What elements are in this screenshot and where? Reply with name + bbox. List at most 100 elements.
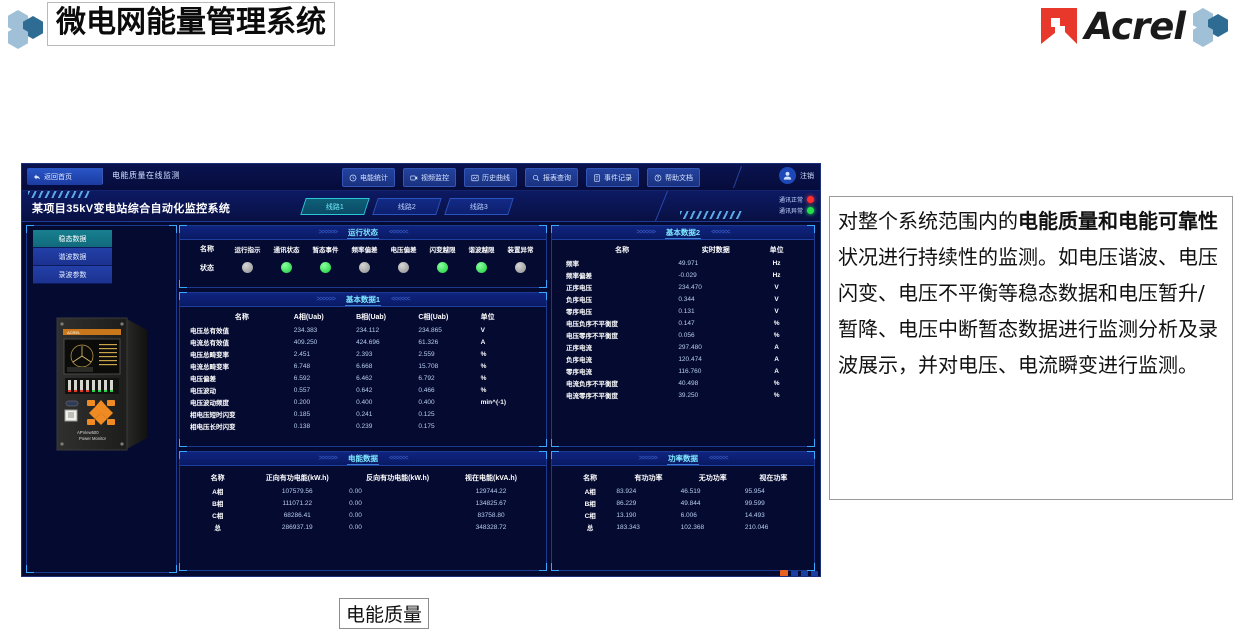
chart-icon xyxy=(471,174,479,181)
nav-decoration-slash xyxy=(704,166,743,188)
table-header-row: 名称 实时数据 单位 xyxy=(566,243,800,257)
table-row: 零序电压 0.131 V xyxy=(566,305,800,317)
table-row: 频率偏差 -0.029 Hz xyxy=(566,269,800,281)
status-lamp-transient-event xyxy=(320,262,331,273)
document-icon xyxy=(594,173,600,182)
cell-unit: % xyxy=(480,374,487,382)
user-logout-area[interactable]: 注销 xyxy=(779,167,814,184)
nav-button-label: 事件记录 xyxy=(604,174,632,182)
arrow-decoration-right: <<<<<< xyxy=(711,229,731,236)
table-row: 负序电流 120.474 A xyxy=(566,353,800,365)
panel-operating-status: >>>>>> 运行状态 <<<<<< 名称 运行指示 通讯状态 暂态事件 频率偏… xyxy=(179,225,547,288)
cell-value: 86.229 xyxy=(616,499,637,507)
cell-unit: % xyxy=(773,331,780,339)
page-header: 微电网能量管理系统 Acrel xyxy=(0,0,1237,56)
corner-decoration xyxy=(169,565,177,573)
acrel-logo: Acrel xyxy=(1039,0,1228,52)
table-row: 电压波动 0.557 0.642 0.466 % xyxy=(190,384,536,396)
sidebar-item-steady-state-data[interactable]: 稳态数据 xyxy=(33,230,112,248)
arrow-decoration-right: <<<<<< xyxy=(391,296,411,303)
back-button-label: 返回首页 xyxy=(44,173,72,181)
row-label: 零序电流 xyxy=(566,369,592,376)
status-lamp-device-fault xyxy=(515,262,526,273)
cell-value: 210.046 xyxy=(744,523,769,531)
cell-value: 234.112 xyxy=(356,326,380,334)
status-column-label: 电压偏差 xyxy=(390,247,417,254)
svg-text:ACREL: ACREL xyxy=(67,330,81,335)
nav-button-label: 帮助文档 xyxy=(665,174,693,182)
cell-unit: % xyxy=(773,391,780,399)
cell-value: 0.400 xyxy=(356,398,373,406)
corner-decoration xyxy=(807,439,815,447)
row-label: A相 xyxy=(584,489,596,496)
cell-value: 0.138 xyxy=(293,422,311,430)
sidebar-item-harmonic-data[interactable]: 谐波数据 xyxy=(33,248,112,266)
table-row: 电压总有效值 234.383 234.112 234.865 V xyxy=(190,324,536,336)
column-header: 实时数据 xyxy=(701,247,730,254)
communication-status-group: 通讯正常 通讯异常 xyxy=(779,195,814,215)
table-row: 电压波动频度 0.200 0.400 0.400 min^(-1) xyxy=(190,396,536,408)
back-arrow-icon xyxy=(34,174,40,179)
page-title-text: 微电网能量管理系统 xyxy=(56,5,326,40)
tab-line-2[interactable]: 线路2 xyxy=(372,198,442,215)
nav-button-event-log[interactable]: 事件记录 xyxy=(586,168,639,187)
cell-unit: V xyxy=(774,307,779,315)
column-header: 无功功率 xyxy=(698,475,727,482)
application-body: 稳态数据 谐波数据 录波参数 ACREL APView500 Power Mon… xyxy=(22,222,820,576)
status-column-label: 暂态事件 xyxy=(312,247,339,254)
status-lamp-operating xyxy=(242,262,253,273)
description-part-1: 对整个系统范围内的 xyxy=(838,209,1018,233)
column-header: 视在电能(kVA.h) xyxy=(465,475,517,482)
panel-header: >>>>>> 基本数据1 <<<<<< xyxy=(180,293,546,307)
table-row: 正序电流 297.480 A xyxy=(566,341,800,353)
page-subtitle: 电能质量在线监测 xyxy=(112,171,180,180)
cell-value: 2.451 xyxy=(293,350,311,358)
table-row: 电流负序不平衡度 40.498 % xyxy=(566,377,800,389)
table-row: C相 13.190 6.006 14.493 xyxy=(564,509,802,521)
sidebar-item-wave-record-params[interactable]: 录波参数 xyxy=(33,266,112,284)
tab-line-3[interactable]: 线路3 xyxy=(444,198,514,215)
nav-button-power-statistics[interactable]: 电能统计 xyxy=(342,168,395,187)
left-column: 稳态数据 谐波数据 录波参数 ACREL APView500 Power Mon… xyxy=(26,225,177,573)
cell-value: 13.190 xyxy=(616,511,637,519)
nav-button-label: 电能统计 xyxy=(360,174,388,182)
cell-unit: % xyxy=(773,319,780,327)
description-text: 对整个系统范围内的电能质量和电能可靠性状况进行持续性的监测。如电压谐波、电压闪变… xyxy=(838,203,1224,383)
status-column-label: 通讯状态 xyxy=(273,247,300,254)
basic-data-1-table: 名称 A相(Uab) B相(Uab) C相(Uab) 单位 电压总有效值 234… xyxy=(190,310,536,432)
nav-button-help-document[interactable]: 帮助文档 xyxy=(647,168,700,187)
table-row: 电压负序不平衡度 0.147 % xyxy=(566,317,800,329)
nav-button-video-monitoring[interactable]: 视频监控 xyxy=(403,168,456,187)
nav-button-history-curve[interactable]: 历史曲线 xyxy=(464,168,517,187)
cell-value: 129744.22 xyxy=(475,487,507,495)
nav-button-report-query[interactable]: 报表查询 xyxy=(525,168,578,187)
tab-line-1[interactable]: 线路1 xyxy=(300,198,370,215)
cell-unit: % xyxy=(480,350,487,358)
column-header: 反向有功电能(kW.h) xyxy=(366,475,430,482)
arrow-decoration-right: <<<<<< xyxy=(709,455,729,462)
cell-value: 39.250 xyxy=(678,391,699,399)
table-row: 电压总畸变率 2.451 2.393 2.559 % xyxy=(190,348,536,360)
row-label: 相电压长时闪变 xyxy=(190,424,236,431)
table-row: 频率 49.971 Hz xyxy=(566,257,800,269)
energy-data-table: 名称 正向有功电能(kW.h) 反向有功电能(kW.h) 视在电能(kVA.h)… xyxy=(190,471,536,533)
cell-value: 0.00 xyxy=(349,511,362,519)
row-label: 总 xyxy=(214,525,221,532)
cell-value: 102.368 xyxy=(680,523,705,531)
arrow-decoration-left: >>>>>> xyxy=(638,455,658,462)
hatch-decoration-left xyxy=(28,191,90,198)
cell-value: 2.559 xyxy=(418,350,435,358)
clock-icon xyxy=(349,174,357,181)
cell-value: 95.954 xyxy=(744,487,765,495)
cell-value: 111071.22 xyxy=(282,499,313,507)
cell-value: 40.498 xyxy=(678,379,699,387)
column-header: 视在功率 xyxy=(759,475,788,482)
cell-unit: A xyxy=(774,343,779,351)
cell-value: 0.185 xyxy=(293,410,311,418)
cell-value: 49.844 xyxy=(680,499,701,507)
user-icon xyxy=(783,171,792,180)
video-icon xyxy=(410,175,418,180)
table-row: A相 107579.56 0.00 129744.22 xyxy=(190,485,536,497)
back-to-home-button[interactable]: 返回首页 xyxy=(27,168,103,185)
station-title: 某项目35kV变电站综合自动化监控系统 xyxy=(32,203,231,215)
